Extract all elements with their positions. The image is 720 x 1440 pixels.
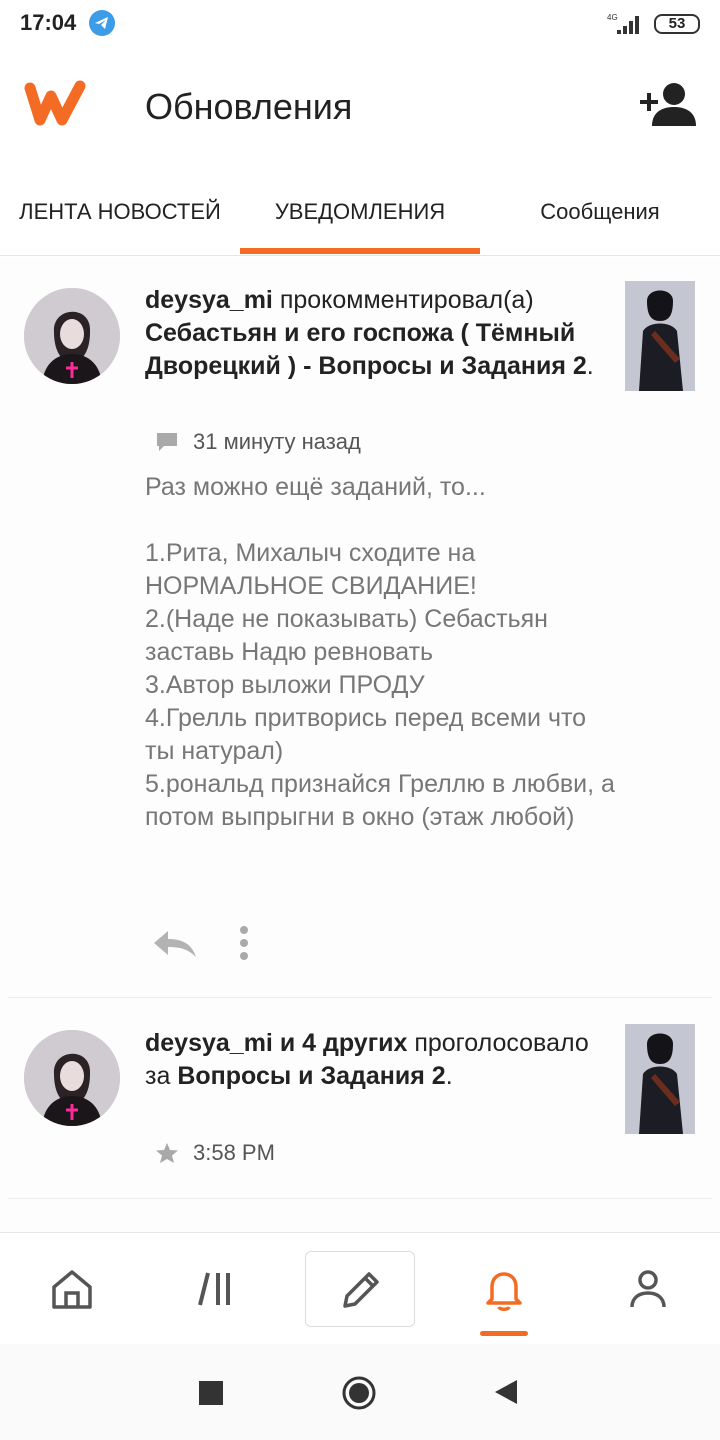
- story-cover-thumbnail[interactable]: [625, 1024, 695, 1134]
- timestamp: 31 минуту назад: [193, 429, 361, 454]
- notification-meta: 3:58 PM: [155, 1138, 275, 1168]
- bottom-navigation: [0, 1232, 720, 1344]
- back-triangle-icon[interactable]: [494, 1379, 518, 1410]
- profile-icon: [630, 1270, 666, 1308]
- add-user-icon[interactable]: [638, 82, 698, 133]
- notification-text: deysya_mi и 4 других проголосовало за Во…: [145, 1027, 605, 1093]
- divider: [8, 1198, 712, 1199]
- notification-action: прокомментировал(а): [272, 286, 534, 314]
- recents-square-icon[interactable]: [199, 1381, 223, 1410]
- more-vertical-icon[interactable]: [238, 925, 250, 966]
- status-time: 17:04: [20, 10, 77, 35]
- app-bar: Обновления: [0, 48, 720, 168]
- timestamp: 3:58 PM: [193, 1140, 275, 1165]
- page-title: Обновления: [145, 86, 353, 127]
- active-tab-indicator: [240, 248, 480, 254]
- notification-meta: 31 минуту назад: [155, 427, 361, 457]
- notification-item[interactable]: deysya_mi прокомментировал(а) Себастьян …: [0, 257, 720, 997]
- nav-profile[interactable]: [576, 1233, 720, 1345]
- story-title-link[interactable]: Вопросы и Задания 2: [177, 1062, 445, 1090]
- user-name[interactable]: deysya_mi: [145, 286, 273, 314]
- tab-news-feed[interactable]: ЛЕНТА НОВОСТЕЙ: [0, 168, 240, 256]
- wattpad-logo-icon[interactable]: [24, 80, 88, 131]
- nav-library[interactable]: [144, 1233, 288, 1345]
- pencil-icon: [343, 1272, 379, 1308]
- notifications-feed: deysya_mi прокомментировал(а) Себастьян …: [0, 257, 720, 1232]
- battery-level: 53: [668, 15, 686, 32]
- system-navigation: [0, 1344, 720, 1440]
- reply-icon[interactable]: [150, 925, 198, 966]
- avatar[interactable]: [24, 288, 120, 384]
- tab-messages[interactable]: Сообщения: [480, 168, 720, 256]
- signal-icon: 4G: [605, 12, 645, 36]
- nav-home[interactable]: [0, 1233, 144, 1345]
- bell-icon: [486, 1272, 522, 1311]
- nav-notifications[interactable]: [432, 1233, 576, 1345]
- user-name[interactable]: deysya_mi и 4 других: [145, 1029, 407, 1057]
- tab-notifications[interactable]: УВЕДОМЛЕНИЯ: [240, 168, 480, 256]
- tab-bar: ЛЕНТА НОВОСТЕЙ УВЕДОМЛЕНИЯ Сообщения: [0, 168, 720, 256]
- telegram-icon: [89, 10, 115, 36]
- notification-suffix: .: [445, 1062, 453, 1090]
- star-icon: [156, 1143, 178, 1163]
- home-icon: [52, 1270, 92, 1309]
- comment-text: Раз можно ещё заданий, то... 1.Рита, Мих…: [145, 473, 615, 831]
- status-bar: 17:04 4G 53: [0, 0, 720, 48]
- notification-suffix: .: [586, 352, 594, 380]
- story-cover-thumbnail[interactable]: [625, 281, 695, 391]
- active-nav-indicator: [480, 1331, 528, 1336]
- library-icon: [198, 1272, 230, 1306]
- nav-write[interactable]: [305, 1251, 415, 1327]
- notification-text: deysya_mi прокомментировал(а) Себастьян …: [145, 284, 605, 383]
- home-circle-icon[interactable]: [341, 1375, 377, 1416]
- comment-icon: [157, 433, 177, 451]
- avatar[interactable]: [24, 1030, 120, 1126]
- story-title-link[interactable]: Себастьян и его госпожа ( Тёмный Дворецк…: [145, 319, 587, 380]
- network-type: 4G: [607, 13, 618, 22]
- notification-item[interactable]: deysya_mi и 4 других проголосовало за Во…: [0, 998, 720, 1198]
- battery-icon: 53: [654, 14, 700, 34]
